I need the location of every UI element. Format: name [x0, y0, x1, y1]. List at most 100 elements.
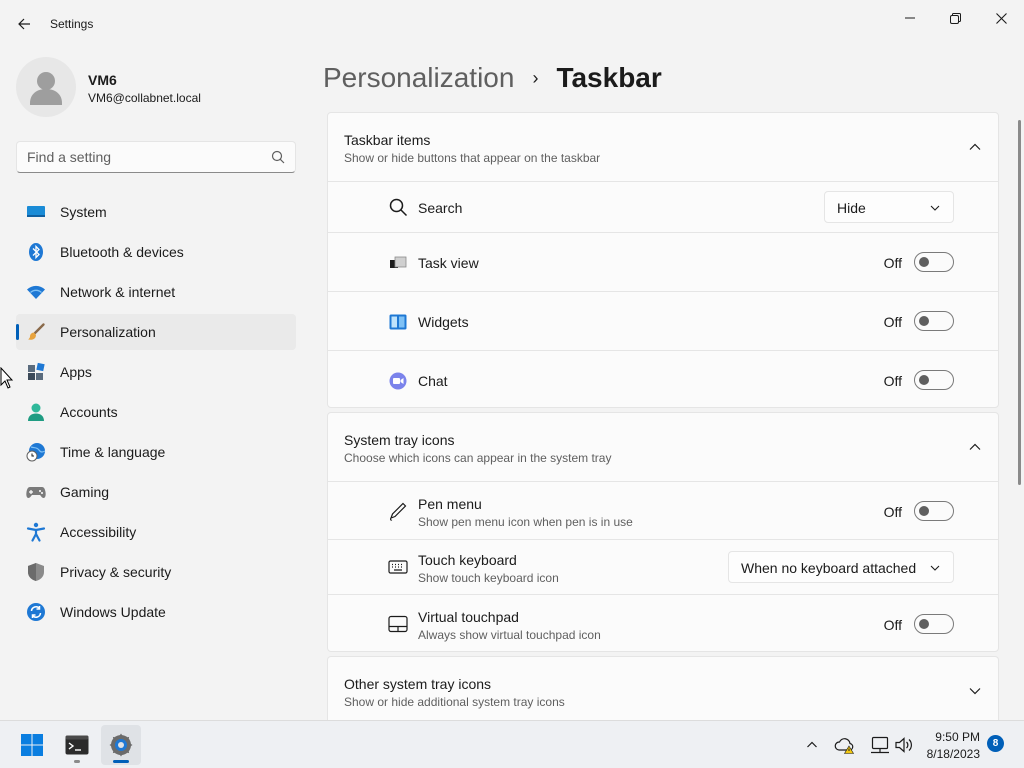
widgets-toggle[interactable]: [914, 311, 954, 331]
app-active-indicator: [113, 760, 129, 763]
task-view-toggle[interactable]: [914, 252, 954, 272]
accessibility-icon: [26, 522, 46, 542]
show-hidden-icons-button[interactable]: [800, 721, 824, 768]
sidebar-item-accounts[interactable]: Accounts: [16, 394, 296, 430]
close-button[interactable]: [978, 4, 1024, 32]
back-button[interactable]: [10, 10, 38, 38]
cloud-warning-icon: [834, 738, 855, 754]
user-email: VM6@collabnet.local: [88, 91, 201, 105]
search-icon[interactable]: [271, 150, 285, 164]
sidebar-item-label: System: [60, 204, 107, 220]
terminal-icon: [65, 735, 89, 755]
section-title: Other system tray icons: [344, 676, 492, 692]
row-label: Widgets: [418, 314, 469, 330]
os-taskbar: 9:50 PM 8/18/2023: [0, 720, 1024, 768]
toggle-knob: [919, 316, 929, 326]
restore-button[interactable]: [932, 4, 978, 32]
toggle-state-label: Off: [883, 314, 902, 330]
sidebar-item-time-language[interactable]: Time & language: [16, 434, 296, 470]
touch-keyboard-dropdown[interactable]: When no keyboard attached: [728, 551, 954, 583]
toggle-knob: [919, 375, 929, 385]
minimize-button[interactable]: [887, 4, 933, 32]
chevron-up-icon: [807, 741, 817, 748]
touch-keyboard-row: Touch keyboard Show touch keyboard icon …: [328, 539, 998, 594]
row-label: Search: [418, 200, 463, 216]
breadcrumb-parent[interactable]: Personalization: [323, 62, 514, 94]
chevron-up-icon[interactable]: [968, 440, 982, 454]
app-running-indicator: [74, 760, 80, 763]
settings-search[interactable]: [16, 141, 296, 173]
settings-app[interactable]: [101, 725, 141, 765]
chevron-up-icon[interactable]: [968, 140, 982, 154]
sidebar-item-accessibility[interactable]: Accessibility: [16, 514, 296, 550]
chat-toggle[interactable]: [914, 370, 954, 390]
toggle-knob: [919, 257, 929, 267]
restore-icon: [949, 12, 961, 24]
section-description: Choose which icons can appear in the sys…: [344, 451, 612, 465]
app-title: Settings: [50, 17, 94, 31]
close-icon: [995, 12, 1007, 24]
taskbar-items-header[interactable]: Taskbar items Show or hide buttons that …: [328, 113, 998, 181]
minimize-icon: [905, 17, 915, 19]
sidebar-item-gaming[interactable]: Gaming: [16, 474, 296, 510]
other-tray-section[interactable]: Other system tray icons Show or hide add…: [327, 656, 999, 720]
quick-settings-button[interactable]: [864, 721, 920, 768]
notification-count-badge[interactable]: 8: [987, 735, 1004, 752]
update-icon: [27, 603, 45, 621]
row-label: Virtual touchpad: [418, 609, 519, 625]
mouse-cursor-icon: [0, 367, 14, 389]
virtual-touchpad-toggle[interactable]: [914, 614, 954, 634]
system-tray-header[interactable]: System tray icons Choose which icons can…: [328, 413, 998, 481]
network-icon: [871, 736, 889, 754]
sidebar-item-label: Apps: [60, 364, 92, 380]
breadcrumb: Personalization › Taskbar: [323, 58, 662, 98]
settings-gear-icon: [109, 733, 133, 757]
row-description: Show touch keyboard icon: [418, 571, 559, 585]
section-description: Show or hide buttons that appear on the …: [344, 151, 601, 165]
sidebar-item-windows-update[interactable]: Windows Update: [16, 594, 296, 630]
apps-icon: [28, 362, 45, 380]
pen-icon: [389, 502, 407, 521]
wifi-icon: [27, 285, 45, 299]
pen-menu-toggle[interactable]: [914, 501, 954, 521]
clock-date: 8/18/2023: [926, 747, 980, 761]
search-dropdown[interactable]: Hide: [824, 191, 954, 223]
toggle-state-label: Off: [883, 617, 902, 633]
terminal-app[interactable]: [57, 725, 97, 765]
search-input[interactable]: [27, 142, 267, 172]
sidebar-item-system[interactable]: System: [16, 194, 296, 230]
sidebar-item-privacy[interactable]: Privacy & security: [16, 554, 296, 590]
chevron-down-icon: [930, 565, 940, 571]
shield-icon: [28, 563, 44, 581]
page-title: Taskbar: [556, 62, 662, 93]
row-label: Task view: [418, 255, 479, 271]
sidebar-item-network[interactable]: Network & internet: [16, 274, 296, 310]
sidebar-item-label: Accessibility: [60, 524, 137, 540]
sidebar-item-label: Accounts: [60, 404, 118, 420]
scrollbar[interactable]: [1018, 120, 1021, 485]
row-description: Always show virtual touchpad icon: [418, 628, 601, 642]
title-bar: Settings: [0, 0, 1024, 48]
dropdown-value: Hide: [837, 200, 866, 216]
sidebar-item-label: Personalization: [60, 324, 156, 340]
row-label: Pen menu: [418, 496, 482, 512]
row-label: Touch keyboard: [418, 552, 517, 568]
sidebar-item-bluetooth[interactable]: Bluetooth & devices: [16, 234, 296, 270]
start-button[interactable]: [12, 725, 52, 765]
chat-icon: [389, 372, 407, 390]
onedrive-tray-button[interactable]: [832, 721, 858, 768]
back-arrow-icon: [18, 18, 30, 30]
task-view-row: Task view Off: [328, 232, 998, 291]
row-description: Show pen menu icon when pen is in use: [418, 515, 633, 529]
user-name: VM6: [88, 72, 117, 88]
sidebar-item-label: Network & internet: [60, 284, 176, 300]
search-row: Search Hide: [328, 181, 998, 232]
chevron-down-icon[interactable]: [968, 684, 982, 698]
sidebar-item-label: Privacy & security: [60, 564, 172, 580]
globe-clock-icon: [26, 443, 46, 462]
sidebar-item-personalization[interactable]: Personalization: [16, 314, 296, 350]
avatar[interactable]: [16, 57, 76, 117]
windows-logo-icon: [21, 734, 43, 756]
taskbar-items-section: Taskbar items Show or hide buttons that …: [327, 112, 999, 408]
sidebar-item-apps[interactable]: Apps: [16, 354, 296, 390]
